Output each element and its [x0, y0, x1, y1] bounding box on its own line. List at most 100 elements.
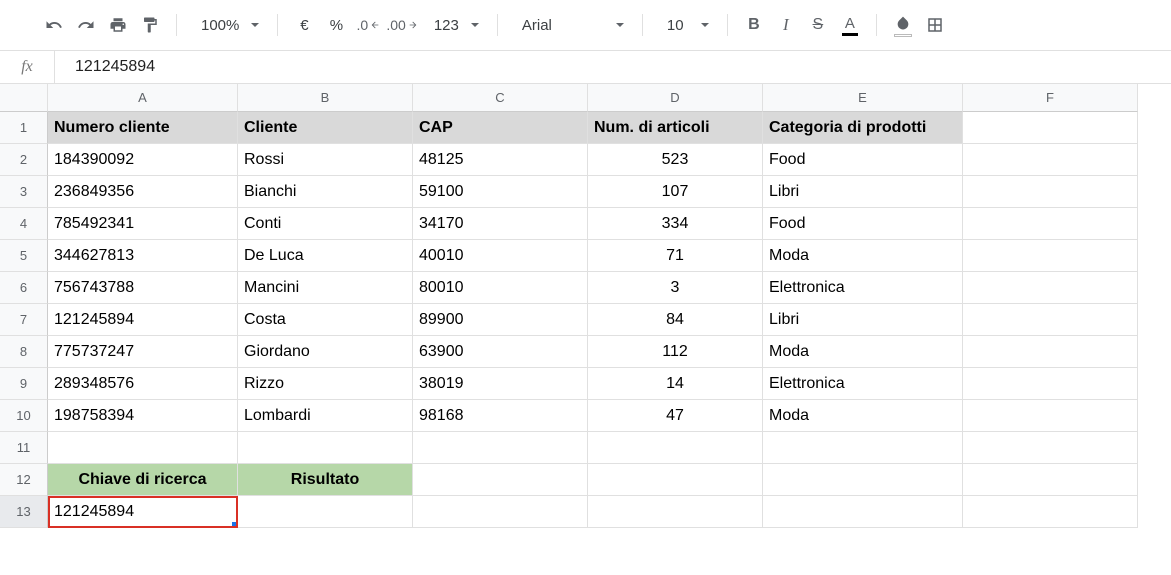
cell[interactable]: 14 [588, 368, 763, 400]
undo-button[interactable] [40, 11, 68, 39]
increase-decimal-button[interactable]: .00 [386, 11, 417, 39]
cell[interactable]: Lombardi [238, 400, 413, 432]
cell[interactable]: 3 [588, 272, 763, 304]
cell[interactable] [963, 176, 1138, 208]
cell[interactable]: 71 [588, 240, 763, 272]
row-header[interactable]: 3 [0, 176, 48, 208]
row-header[interactable]: 2 [0, 144, 48, 176]
cell[interactable]: 523 [588, 144, 763, 176]
zoom-dropdown[interactable]: 100% [189, 11, 265, 39]
cell[interactable]: 84 [588, 304, 763, 336]
cell[interactable]: Conti [238, 208, 413, 240]
row-header[interactable]: 5 [0, 240, 48, 272]
cell[interactable]: Moda [763, 240, 963, 272]
cell-search-key-header[interactable]: Chiave di ricerca [48, 464, 238, 496]
number-format-dropdown[interactable]: 123 [422, 11, 485, 39]
paint-format-button[interactable] [136, 11, 164, 39]
cell[interactable] [588, 496, 763, 528]
fill-color-button[interactable] [889, 11, 917, 39]
row-header[interactable]: 8 [0, 336, 48, 368]
print-button[interactable] [104, 11, 132, 39]
cell[interactable]: 184390092 [48, 144, 238, 176]
currency-format-button[interactable]: € [290, 11, 318, 39]
cell[interactable] [963, 496, 1138, 528]
row-header[interactable]: 10 [0, 400, 48, 432]
cell[interactable]: 107 [588, 176, 763, 208]
row-header[interactable]: 1 [0, 112, 48, 144]
cell[interactable]: 48125 [413, 144, 588, 176]
cell[interactable] [963, 240, 1138, 272]
italic-button[interactable]: I [772, 11, 800, 39]
cell[interactable]: 775737247 [48, 336, 238, 368]
cell[interactable]: Rossi [238, 144, 413, 176]
row-header[interactable]: 6 [0, 272, 48, 304]
cell[interactable]: Moda [763, 336, 963, 368]
cell[interactable]: 121245894 [48, 304, 238, 336]
cell-a1[interactable]: Numero cliente [48, 112, 238, 144]
cell[interactable] [238, 432, 413, 464]
row-header[interactable]: 13 [0, 496, 48, 528]
cell[interactable]: 63900 [413, 336, 588, 368]
cell-b1[interactable]: Cliente [238, 112, 413, 144]
formula-input[interactable] [55, 51, 1171, 83]
cell[interactable]: De Luca [238, 240, 413, 272]
cell[interactable]: Costa [238, 304, 413, 336]
column-header-f[interactable]: F [963, 84, 1138, 112]
cell[interactable]: Giordano [238, 336, 413, 368]
borders-button[interactable] [921, 11, 949, 39]
cell[interactable]: 198758394 [48, 400, 238, 432]
cell-result-header[interactable]: Risultato [238, 464, 413, 496]
cell[interactable] [413, 464, 588, 496]
cell-a13-selected[interactable]: 121245894 [48, 496, 238, 528]
select-all-corner[interactable] [0, 84, 48, 112]
text-color-button[interactable]: A [836, 11, 864, 39]
column-header-a[interactable]: A [48, 84, 238, 112]
cell[interactable] [963, 464, 1138, 496]
cell[interactable]: Rizzo [238, 368, 413, 400]
strikethrough-button[interactable]: S [804, 11, 832, 39]
cell[interactable]: 47 [588, 400, 763, 432]
cell[interactable] [413, 432, 588, 464]
cell[interactable]: 59100 [413, 176, 588, 208]
cell[interactable]: 80010 [413, 272, 588, 304]
cell-c1[interactable]: CAP [413, 112, 588, 144]
cell[interactable]: Moda [763, 400, 963, 432]
cell[interactable]: Food [763, 144, 963, 176]
cell[interactable]: 236849356 [48, 176, 238, 208]
cell[interactable] [763, 432, 963, 464]
cell[interactable] [238, 496, 413, 528]
cell[interactable]: 38019 [413, 368, 588, 400]
decrease-decimal-button[interactable]: .0 [354, 11, 382, 39]
cell[interactable]: 756743788 [48, 272, 238, 304]
cell[interactable] [588, 432, 763, 464]
cell[interactable]: 785492341 [48, 208, 238, 240]
cell[interactable]: 334 [588, 208, 763, 240]
cell[interactable] [963, 336, 1138, 368]
percent-format-button[interactable]: % [322, 11, 350, 39]
cell[interactable]: Elettronica [763, 272, 963, 304]
cell[interactable]: Libri [763, 304, 963, 336]
row-header[interactable]: 11 [0, 432, 48, 464]
font-size-dropdown[interactable]: 10 [655, 11, 715, 39]
cell[interactable] [963, 208, 1138, 240]
cell[interactable] [763, 496, 963, 528]
cell-e1[interactable]: Categoria di prodotti [763, 112, 963, 144]
cell[interactable] [413, 496, 588, 528]
cell[interactable]: 40010 [413, 240, 588, 272]
cell[interactable] [963, 272, 1138, 304]
row-header[interactable]: 4 [0, 208, 48, 240]
row-header[interactable]: 12 [0, 464, 48, 496]
cell[interactable]: 98168 [413, 400, 588, 432]
row-header[interactable]: 9 [0, 368, 48, 400]
column-header-d[interactable]: D [588, 84, 763, 112]
cell[interactable] [963, 400, 1138, 432]
column-header-b[interactable]: B [238, 84, 413, 112]
cell[interactable]: 89900 [413, 304, 588, 336]
font-family-dropdown[interactable]: Arial [510, 11, 630, 39]
column-header-c[interactable]: C [413, 84, 588, 112]
redo-button[interactable] [72, 11, 100, 39]
bold-button[interactable]: B [740, 11, 768, 39]
cell[interactable] [963, 144, 1138, 176]
cell[interactable]: 34170 [413, 208, 588, 240]
cell[interactable]: Mancini [238, 272, 413, 304]
